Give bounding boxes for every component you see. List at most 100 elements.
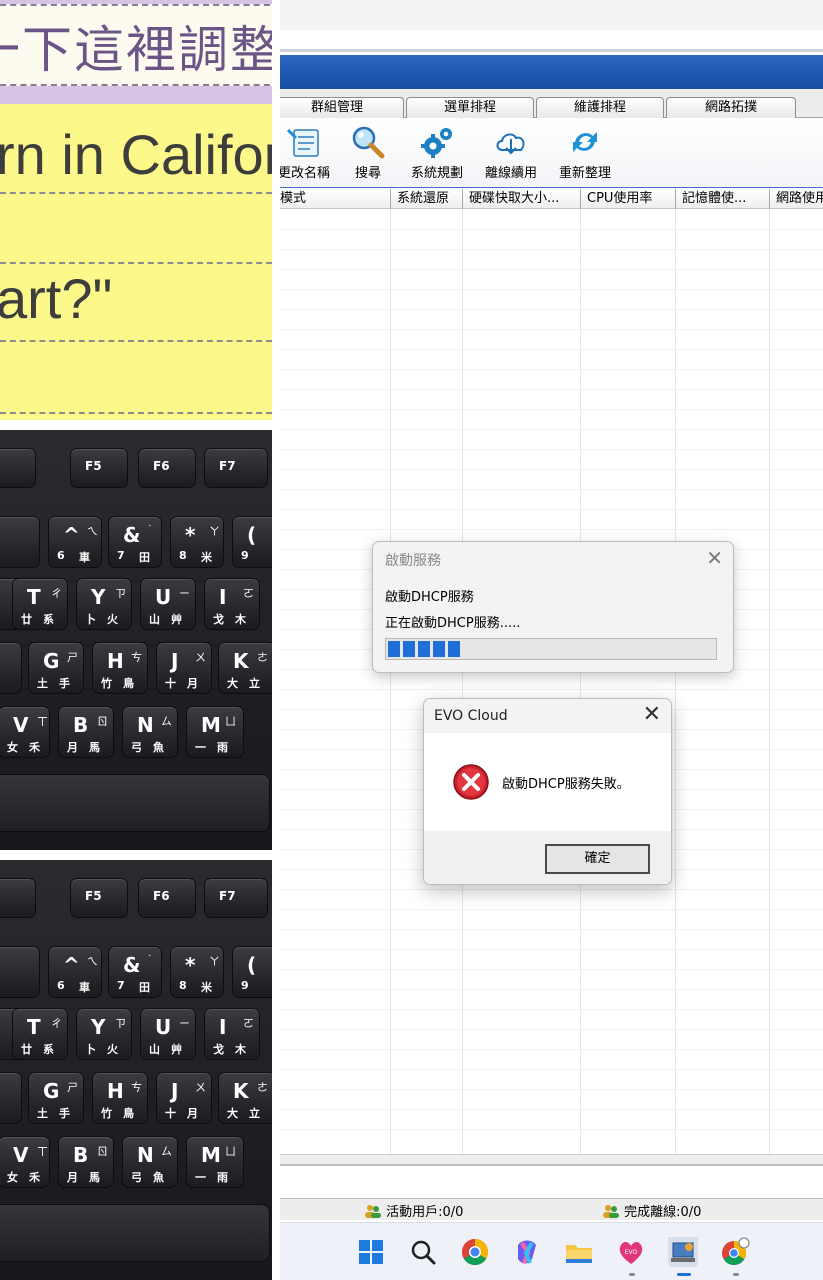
progress-fill	[388, 641, 460, 657]
table-row-line	[280, 309, 823, 310]
table-row-line	[280, 1089, 823, 1090]
column-divider	[462, 209, 463, 1154]
column-divider	[390, 209, 391, 1154]
keyboard-key: Nㄙ弓魚	[122, 706, 178, 758]
close-icon[interactable]: ✕	[643, 702, 661, 727]
start-service-dialog: 啟動服務 ✕ 啟動DHCP服務 正在啟動DHCP服務.....	[372, 541, 734, 673]
copilot-icon[interactable]	[512, 1237, 542, 1267]
keyboard-key: Hㄘ竹鳥	[92, 642, 148, 694]
close-icon[interactable]: ✕	[706, 546, 723, 570]
table-row-line	[280, 389, 823, 390]
search-label: 搜尋	[354, 166, 381, 181]
evo-classic-icon[interactable]: EVO	[616, 1237, 646, 1267]
window-top-strip	[280, 0, 823, 30]
table-row-line	[280, 1029, 823, 1030]
ok-button[interactable]: 確定	[545, 844, 650, 874]
status-bar: 活動用戶:0/0 完成離線:0/0	[280, 1198, 823, 1220]
windows-start-icon[interactable]	[356, 1237, 386, 1267]
column-divider	[580, 209, 581, 1154]
dialog-title: 啟動服務	[385, 553, 441, 569]
file-explorer-icon[interactable]	[564, 1237, 594, 1267]
keyboard-key: Hㄘ竹鳥	[92, 1072, 148, 1124]
left-collage: 一下這裡調整 rn in California art?" F5 F6 F7 ^…	[0, 0, 272, 1280]
users-icon	[603, 1205, 619, 1218]
keyboard-key: Gㄕ土手	[28, 1072, 84, 1124]
users-icon	[365, 1205, 381, 1218]
keyboard-key: * ㄚ 8 米	[170, 946, 224, 998]
keyboard-key: Tㄔ廿系	[12, 578, 68, 630]
table-row-line	[280, 1069, 823, 1070]
keyboard-key: F6	[138, 878, 196, 918]
table-row-line	[280, 289, 823, 290]
tab-maintenance-schedule[interactable]: 維護排程	[536, 97, 664, 118]
table-row-line	[280, 329, 823, 330]
rename-button[interactable]: 更改名稱	[280, 124, 334, 184]
keyboard-key: & ˙ 7 田	[108, 946, 162, 998]
keyboard-spacebar	[0, 1204, 270, 1262]
keyboard-key: F5	[70, 448, 128, 488]
chrome-beta-icon[interactable]	[720, 1237, 750, 1267]
keyboard-photo-1: F5 F6 F7 ^ ㄟ 6 車 & ˙ 7 田 * ㄚ 8 米 (9 Tㄔ廿系 Yㄗ卜火 Uㄧ山…	[0, 430, 272, 850]
system-planning-button[interactable]: 系統規劃	[406, 124, 468, 184]
keyboard-key: Vㄒ女禾	[0, 1136, 50, 1188]
error-icon	[453, 764, 489, 800]
keyboard-key: Jㄨ十月	[156, 642, 212, 694]
keyboard-key: (9	[232, 946, 272, 998]
keyboard-key: Uㄧ山艸	[140, 578, 196, 630]
dialog-title: EVO Cloud	[434, 708, 508, 724]
keyboard-key: Mㄩ一雨	[186, 1136, 244, 1188]
offline-continue-button[interactable]: 離線續用	[480, 124, 542, 184]
keyboard-key: F6	[138, 448, 196, 488]
keyboard-key: * ㄚ 8 米	[170, 516, 224, 568]
search-button[interactable]: 搜尋	[342, 124, 394, 184]
keyboard-key	[0, 878, 36, 918]
refresh-label: 重新整理	[558, 166, 611, 181]
evo-cloud-app: 群組管理 選單排程 維護排程 網路拓撲 更改名稱 搜尋 系統規劃 離線續用 重新…	[280, 0, 823, 1280]
dialog-line1: 啟動DHCP服務	[385, 590, 474, 605]
keyboard-key	[0, 516, 40, 568]
progress-segment	[388, 641, 400, 657]
refresh-button[interactable]: 重新整理	[554, 124, 616, 184]
system-planning-label: 系統規劃	[410, 166, 463, 181]
column-header-network[interactable]: 網路使用	[770, 189, 823, 209]
chrome-icon[interactable]	[460, 1237, 490, 1267]
table-row-line	[280, 929, 823, 930]
panel-splitter[interactable]	[280, 1154, 823, 1164]
tab-network-topology[interactable]: 網路拓撲	[666, 97, 796, 118]
error-message: 啟動DHCP服務失敗。	[502, 777, 630, 792]
column-header-disk-cache[interactable]: 硬碟快取大小...	[463, 189, 581, 209]
table-row-line	[280, 349, 823, 350]
window-header-gap	[280, 30, 823, 52]
keyboard-key: F7	[204, 878, 268, 918]
slide-text-line1: rn in California	[0, 123, 272, 186]
column-header-cpu[interactable]: CPU使用率	[581, 189, 676, 209]
keyboard-key: Bㄖ月馬	[58, 706, 114, 758]
keyboard-key	[0, 642, 22, 694]
windows-taskbar: EVO	[280, 1222, 823, 1280]
tab-group-management[interactable]: 群組管理	[280, 97, 404, 118]
keyboard-key: Vㄒ女禾	[0, 706, 50, 758]
table-row-line	[280, 509, 823, 510]
progress-bar	[385, 638, 717, 660]
table-row-line	[280, 429, 823, 430]
tab-menu-schedule[interactable]: 選單排程	[406, 97, 534, 118]
keyboard-key: Bㄖ月馬	[58, 1136, 114, 1188]
table-row-line	[280, 409, 823, 410]
keyboard-key: F5	[70, 878, 128, 918]
table-header: 模式 系統還原 硬碟快取大小... CPU使用率 記憶體使... 網路使用	[280, 189, 823, 209]
column-header-system-restore[interactable]: 系統還原	[391, 189, 463, 209]
table-row-line	[280, 1109, 823, 1110]
table-row-line	[280, 689, 823, 690]
keyboard-key: Iㄛ戈木	[204, 1008, 260, 1060]
column-header-mode[interactable]: 模式	[280, 189, 391, 209]
evo-cloud-icon[interactable]	[668, 1237, 698, 1267]
table-row-line	[280, 369, 823, 370]
slide-divider	[0, 412, 272, 414]
error-dialog: EVO Cloud ✕ 啟動DHCP服務失敗。 確定	[423, 698, 672, 885]
search-icon[interactable]	[408, 1237, 438, 1267]
table-row-line	[280, 969, 823, 970]
keyboard-key: (9	[232, 516, 272, 568]
column-header-memory[interactable]: 記憶體使...	[676, 189, 770, 209]
table-row-line	[280, 529, 823, 530]
slide-divider	[0, 192, 272, 194]
